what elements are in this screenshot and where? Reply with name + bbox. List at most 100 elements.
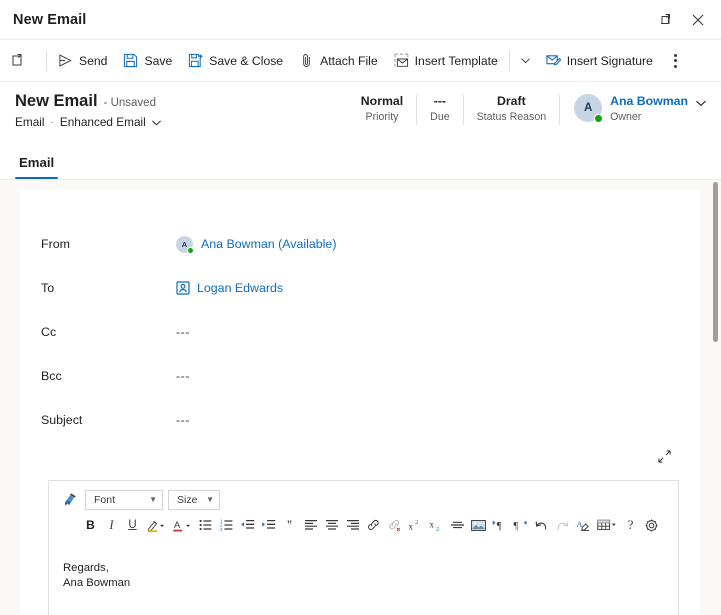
owner-role-label: Owner: [610, 111, 642, 123]
new-window-button[interactable]: [0, 40, 43, 82]
align-center-button[interactable]: [321, 514, 342, 536]
save-icon: [123, 53, 138, 68]
blockquote-button[interactable]: ”: [279, 514, 300, 536]
strikethrough-button[interactable]: [447, 514, 468, 536]
contact-card-icon: [176, 281, 190, 295]
font-family-select[interactable]: Font ▼: [85, 489, 163, 510]
superscript-button[interactable]: x 2: [405, 514, 426, 536]
due-label: Due: [430, 111, 450, 123]
tab-email[interactable]: Email: [15, 155, 59, 179]
right-to-left-button[interactable]: ¶: [510, 514, 531, 536]
tab-strip: Email: [0, 139, 721, 180]
attach-file-icon: [299, 53, 314, 68]
field-row-to: To Logan Edwards: [20, 266, 700, 310]
new-email-window: New Email Send Save Save & Close Attach …: [0, 0, 721, 615]
undo-button[interactable]: [531, 514, 552, 536]
scrollbar-thumb[interactable]: [713, 182, 718, 342]
svg-text:x: x: [409, 522, 414, 532]
command-separator-2: [508, 50, 510, 71]
field-row-cc: Cc ---: [20, 310, 700, 354]
editor-expand-row: [20, 442, 700, 476]
editor-settings-button[interactable]: [641, 514, 662, 536]
priority-stat[interactable]: Normal Priority: [348, 94, 416, 123]
insert-template-caret-button[interactable]: [513, 40, 538, 82]
insert-template-button[interactable]: Insert Template: [386, 40, 506, 82]
bcc-empty-value: ---: [176, 369, 190, 383]
save-button[interactable]: Save: [115, 40, 180, 82]
owner-stat[interactable]: A Ana Bowman Owner: [560, 94, 707, 123]
insert-table-button[interactable]: [594, 514, 620, 536]
entity-name: Email: [15, 115, 45, 129]
svg-text:2: 2: [436, 526, 439, 532]
redo-button[interactable]: [552, 514, 573, 536]
help-button[interactable]: ?: [620, 514, 641, 536]
save-and-close-button[interactable]: Save & Close: [180, 40, 291, 82]
field-row-subject: Subject ---: [20, 398, 700, 442]
subject-label: Subject: [41, 413, 83, 427]
subscript-button[interactable]: x 2: [426, 514, 447, 536]
remove-link-button[interactable]: [384, 514, 405, 536]
bold-button[interactable]: B: [80, 514, 101, 536]
svg-text:2: 2: [415, 519, 418, 526]
cc-label: Cc: [41, 325, 57, 339]
to-label: To: [41, 281, 55, 295]
record-header-left: New Email - Unsaved Email · Enhanced Ema…: [0, 82, 162, 129]
owner-name[interactable]: Ana Bowman: [610, 94, 688, 109]
bcc-label: Bcc: [41, 369, 62, 383]
underline-button[interactable]: U: [122, 514, 143, 536]
popout-icon[interactable]: [653, 5, 683, 35]
font-size-value: Size: [177, 493, 198, 506]
form-scroll-area: From A Ana Bowman (Available) To Logan E…: [0, 180, 721, 615]
chevron-down-icon[interactable]: [695, 94, 707, 109]
decrease-indent-button[interactable]: [237, 514, 258, 536]
rich-text-editor[interactable]: Font ▼ Size ▼ B I U A 1 2 3 ” x 2 x 2 ¶ …: [48, 480, 679, 615]
avatar-initial: A: [181, 239, 188, 249]
email-body-content[interactable]: Regards, Ana Bowman: [49, 543, 678, 615]
bulleted-list-button[interactable]: [195, 514, 216, 536]
left-to-right-button[interactable]: ¶: [489, 514, 510, 536]
record-title-row: New Email - Unsaved: [15, 92, 162, 111]
breadcrumb: Email · Enhanced Email: [15, 115, 162, 129]
align-right-button[interactable]: [342, 514, 363, 536]
send-label: Send: [79, 53, 108, 68]
form-card: From A Ana Bowman (Available) To Logan E…: [20, 190, 700, 615]
more-commands-icon[interactable]: [665, 40, 687, 82]
italic-button[interactable]: I: [101, 514, 122, 536]
field-row-from: From A Ana Bowman (Available): [20, 222, 700, 266]
font-size-select[interactable]: Size ▼: [168, 489, 220, 510]
align-left-button[interactable]: [300, 514, 321, 536]
chevron-down-icon[interactable]: [151, 117, 162, 128]
send-button[interactable]: Send: [50, 40, 115, 82]
due-stat[interactable]: --- Due: [417, 94, 462, 123]
subject-empty-value: ---: [176, 413, 190, 427]
insert-image-button[interactable]: [468, 514, 489, 536]
numbered-list-button[interactable]: 1 2 3: [216, 514, 237, 536]
from-value[interactable]: A Ana Bowman (Available): [176, 235, 336, 254]
status-reason-stat[interactable]: Draft Status Reason: [464, 94, 560, 123]
clear-formatting-button[interactable]: A: [573, 514, 594, 536]
close-icon[interactable]: [683, 5, 713, 35]
to-value[interactable]: Logan Edwards: [176, 281, 283, 295]
avatar-initial: A: [583, 102, 593, 114]
cc-value[interactable]: ---: [176, 325, 190, 339]
increase-indent-button[interactable]: [258, 514, 279, 536]
insert-link-button[interactable]: [363, 514, 384, 536]
page-title: New Email: [15, 92, 98, 110]
text-highlight-color-button[interactable]: [143, 514, 169, 536]
save-and-close-icon: [188, 53, 203, 68]
subject-value[interactable]: ---: [176, 413, 190, 427]
presence-available-icon: [594, 114, 604, 123]
attach-file-button[interactable]: Attach File: [291, 40, 386, 82]
svg-text:¶: ¶: [513, 521, 518, 532]
form-selector-label[interactable]: Enhanced Email: [60, 115, 146, 129]
format-painter-icon[interactable]: [58, 492, 80, 507]
vertical-scrollbar[interactable]: [707, 180, 721, 615]
send-icon: [58, 53, 73, 68]
expand-diagonal-icon[interactable]: [654, 446, 674, 466]
email-fields: From A Ana Bowman (Available) To Logan E…: [20, 190, 700, 442]
insert-signature-label: Insert Signature: [566, 53, 653, 68]
font-color-button[interactable]: A: [169, 514, 195, 536]
insert-signature-button[interactable]: Insert Signature: [538, 40, 661, 82]
field-row-bcc: Bcc ---: [20, 354, 700, 398]
bcc-value[interactable]: ---: [176, 369, 190, 383]
